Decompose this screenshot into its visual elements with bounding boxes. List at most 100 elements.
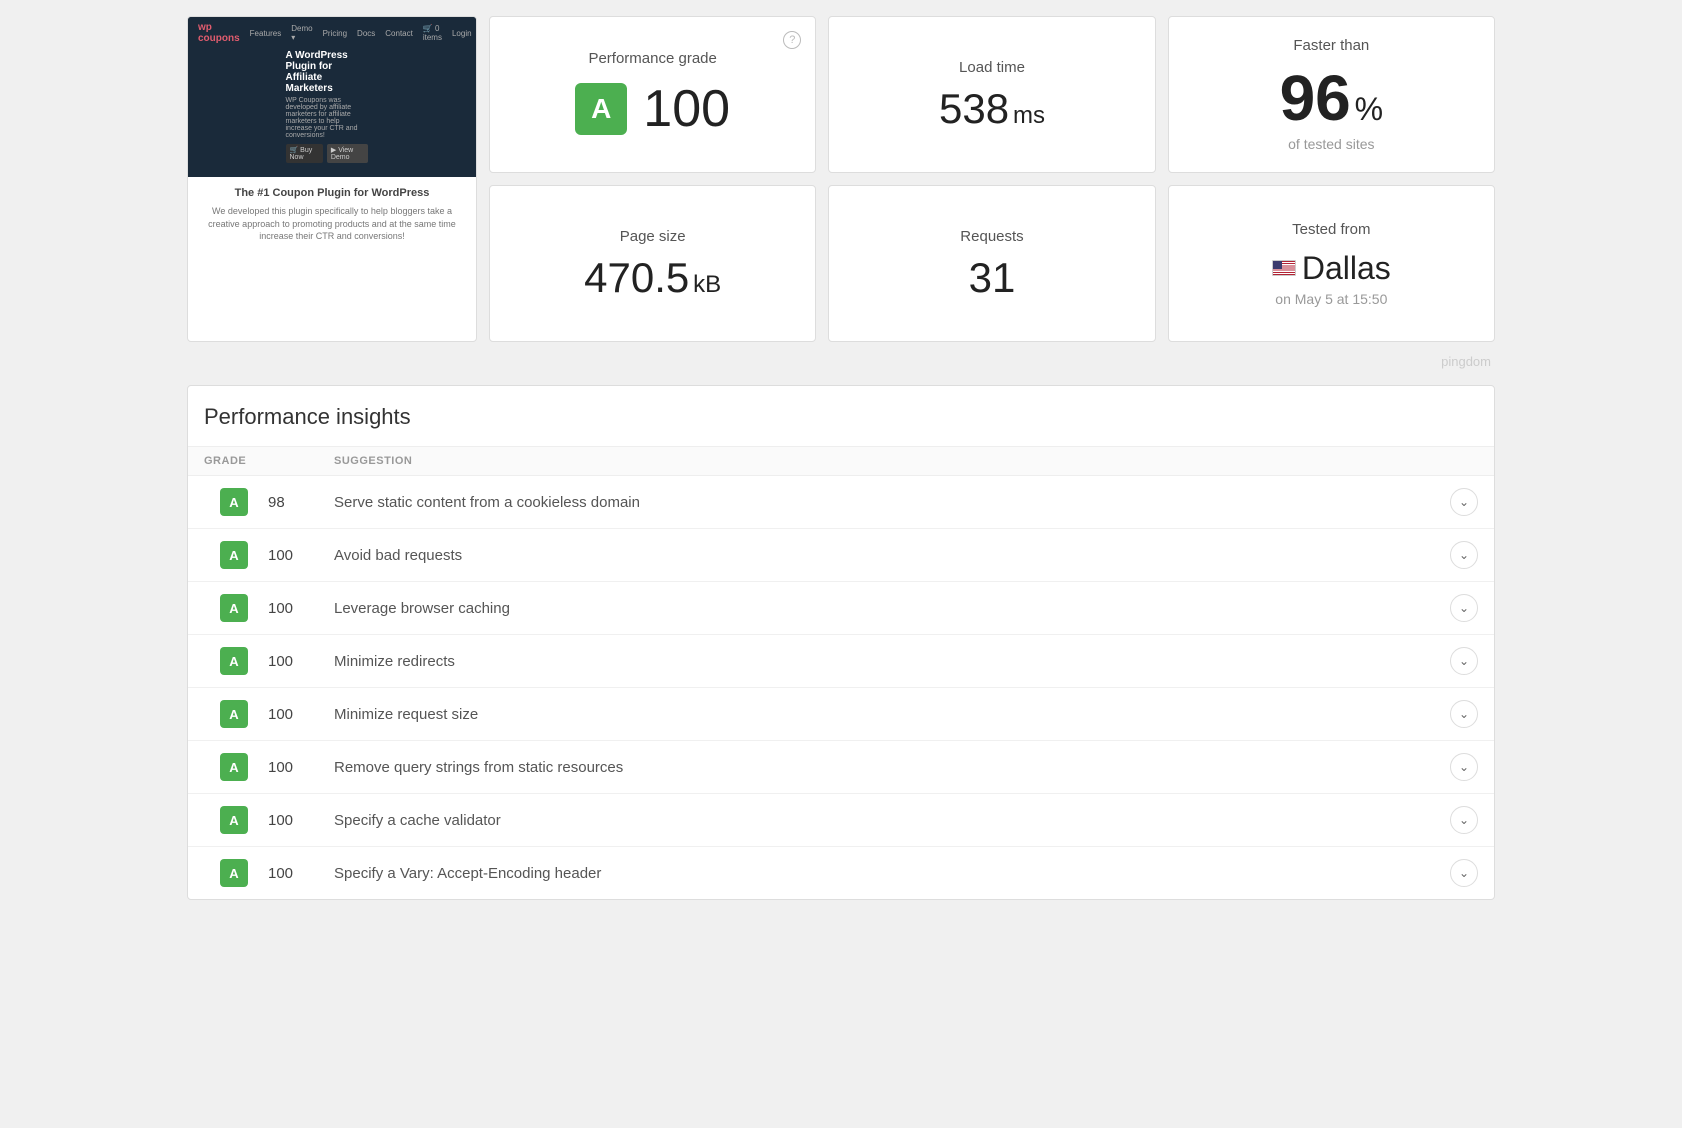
row-grade-4: A: [204, 700, 264, 728]
grade-badge-3: A: [220, 647, 248, 675]
table-row: A 100 Leverage browser caching ⌄: [188, 582, 1494, 635]
row-score-1: 100: [264, 547, 334, 564]
row-grade-2: A: [204, 594, 264, 622]
requests-card: Requests 31: [828, 185, 1155, 342]
row-expand-2[interactable]: ⌄: [1438, 594, 1478, 622]
row-grade-5: A: [204, 753, 264, 781]
requests-value: 31: [969, 257, 1016, 299]
grade-badge-0: A: [220, 488, 248, 516]
main-container: wp coupons Features Demo ▾ Pricing Docs …: [171, 0, 1511, 916]
performance-grade-label: Performance grade: [588, 50, 716, 67]
suggestion-col-header: SUGGESTION: [334, 455, 1438, 467]
us-flag-icon: [1272, 260, 1296, 276]
table-row: A 100 Remove query strings from static r…: [188, 741, 1494, 794]
grade-badge-4: A: [220, 700, 248, 728]
row-expand-4[interactable]: ⌄: [1438, 700, 1478, 728]
row-expand-6[interactable]: ⌄: [1438, 806, 1478, 834]
faster-than-unit: %: [1355, 91, 1383, 127]
row-suggestion-6: Specify a cache validator: [334, 812, 1438, 829]
row-score-0: 98: [264, 494, 334, 511]
pingdom-brand: pingdom: [187, 354, 1495, 369]
page-size-value-row: 470.5 kB: [584, 257, 721, 299]
pingdom-logo: pingdom: [1441, 354, 1491, 369]
row-suggestion-2: Leverage browser caching: [334, 600, 1438, 617]
row-expand-0[interactable]: ⌄: [1438, 488, 1478, 516]
preview-text-area: The #1 Coupon Plugin for WordPress We de…: [188, 177, 476, 257]
table-row: A 98 Serve static content from a cookiel…: [188, 476, 1494, 529]
table-row: A 100 Minimize request size ⌄: [188, 688, 1494, 741]
grade-display: A 100: [575, 79, 730, 139]
performance-grade-card: ? Performance grade A 100: [489, 16, 816, 173]
expand-button-6[interactable]: ⌄: [1450, 806, 1478, 834]
row-score-4: 100: [264, 706, 334, 723]
row-score-7: 100: [264, 865, 334, 882]
row-grade-1: A: [204, 541, 264, 569]
load-time-label: Load time: [959, 59, 1025, 76]
expand-button-3[interactable]: ⌄: [1450, 647, 1478, 675]
table-row: A 100 Specify a cache validator ⌄: [188, 794, 1494, 847]
expand-button-1[interactable]: ⌄: [1450, 541, 1478, 569]
grade-badge-7: A: [220, 859, 248, 887]
faster-than-value: 96: [1280, 62, 1351, 134]
expand-button-7[interactable]: ⌄: [1450, 859, 1478, 887]
preview-desc: We developed this plugin specifically to…: [202, 205, 462, 243]
row-suggestion-7: Specify a Vary: Accept-Encoding header: [334, 865, 1438, 882]
preview-screenshot: wp coupons Features Demo ▾ Pricing Docs …: [188, 17, 476, 177]
preview-title: The #1 Coupon Plugin for WordPress: [202, 187, 462, 199]
grade-badge-6: A: [220, 806, 248, 834]
row-suggestion-4: Minimize request size: [334, 706, 1438, 723]
load-time-value: 538: [939, 85, 1009, 132]
expand-button-4[interactable]: ⌄: [1450, 700, 1478, 728]
insights-table-header: GRADE SUGGESTION: [188, 446, 1494, 476]
row-grade-6: A: [204, 806, 264, 834]
load-time-unit: ms: [1013, 102, 1045, 129]
row-expand-1[interactable]: ⌄: [1438, 541, 1478, 569]
requests-label: Requests: [960, 228, 1023, 245]
faster-than-value-row: 96 %: [1280, 66, 1384, 130]
city-row: Dallas: [1272, 250, 1391, 287]
page-size-value: 470.5: [584, 254, 689, 301]
grade-badge-1: A: [220, 541, 248, 569]
top-section: wp coupons Features Demo ▾ Pricing Docs …: [187, 16, 1495, 342]
load-time-card: Load time 538 ms: [828, 16, 1155, 173]
wp-logo: wp coupons: [198, 22, 240, 44]
page-size-label: Page size: [620, 228, 686, 245]
table-row: A 100 Avoid bad requests ⌄: [188, 529, 1494, 582]
tested-from-card: Tested from Dallas on May 5 at 15:50: [1168, 185, 1495, 342]
expand-button-5[interactable]: ⌄: [1450, 753, 1478, 781]
stats-grid: ? Performance grade A 100 Load time 538 …: [489, 16, 1495, 342]
insights-rows: A 98 Serve static content from a cookiel…: [188, 476, 1494, 899]
expand-button-2[interactable]: ⌄: [1450, 594, 1478, 622]
preview-card: wp coupons Features Demo ▾ Pricing Docs …: [187, 16, 477, 342]
page-size-card: Page size 470.5 kB: [489, 185, 816, 342]
row-score-5: 100: [264, 759, 334, 776]
tested-from-date: on May 5 at 15:50: [1275, 291, 1387, 307]
grade-badge-2: A: [220, 594, 248, 622]
row-grade-3: A: [204, 647, 264, 675]
row-grade-7: A: [204, 859, 264, 887]
expand-button-0[interactable]: ⌄: [1450, 488, 1478, 516]
grade-badge-5: A: [220, 753, 248, 781]
row-grade-0: A: [204, 488, 264, 516]
row-expand-7[interactable]: ⌄: [1438, 859, 1478, 887]
table-row: A 100 Specify a Vary: Accept-Encoding he…: [188, 847, 1494, 899]
faster-than-label: Faster than: [1293, 37, 1369, 54]
insights-title: Performance insights: [188, 386, 1494, 446]
insights-section: Performance insights GRADE SUGGESTION A …: [187, 385, 1495, 900]
row-suggestion-0: Serve static content from a cookieless d…: [334, 494, 1438, 511]
grade-col-header: GRADE: [204, 455, 334, 467]
row-expand-5[interactable]: ⌄: [1438, 753, 1478, 781]
faster-than-card: Faster than 96 % of tested sites: [1168, 16, 1495, 173]
page-size-unit: kB: [693, 271, 721, 298]
row-expand-3[interactable]: ⌄: [1438, 647, 1478, 675]
tested-from-city: Dallas: [1302, 250, 1391, 287]
row-score-2: 100: [264, 600, 334, 617]
tested-from-label: Tested from: [1292, 221, 1370, 238]
grade-number: 100: [643, 79, 730, 139]
faster-than-sub: of tested sites: [1288, 136, 1374, 152]
table-row: A 100 Minimize redirects ⌄: [188, 635, 1494, 688]
grade-badge: A: [575, 83, 627, 135]
help-icon[interactable]: ?: [783, 31, 801, 49]
row-suggestion-3: Minimize redirects: [334, 653, 1438, 670]
row-score-6: 100: [264, 812, 334, 829]
